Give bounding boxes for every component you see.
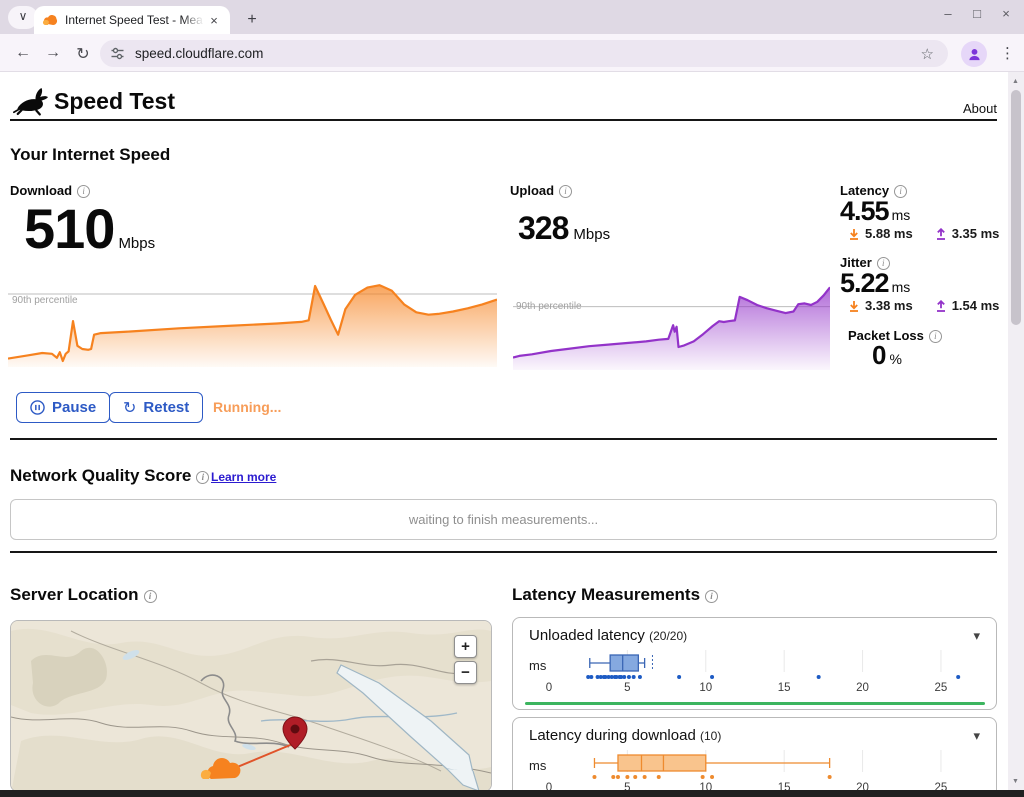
unloaded-latency-panel-title: Unloaded latency (20/20) bbox=[529, 627, 687, 644]
page-title: Speed Test bbox=[54, 88, 175, 115]
window-close-icon[interactable]: × bbox=[998, 6, 1014, 21]
minimize-icon[interactable]: – bbox=[940, 6, 956, 21]
jitter-minmax-row: 3.38 ms 1.54 ms bbox=[848, 298, 999, 313]
divider bbox=[10, 551, 997, 553]
svg-text:10: 10 bbox=[699, 682, 712, 694]
jitter-value: 5.22ms bbox=[840, 268, 910, 299]
unloaded-latency-panel[interactable]: Unloaded latency (20/20) ▾ ms 0510152025 bbox=[512, 617, 997, 710]
download-unit: Mbps bbox=[118, 235, 155, 252]
upload-arrow-icon bbox=[935, 300, 947, 312]
network-quality-title: Network Quality Scorei bbox=[10, 466, 209, 486]
browser-menu-icon[interactable]: ⋮ bbox=[1000, 44, 1015, 62]
retest-button[interactable]: ↻ Retest bbox=[109, 392, 203, 423]
download-arrow-icon bbox=[848, 300, 860, 312]
download-arrow-icon bbox=[848, 228, 860, 240]
upload-arrow-icon bbox=[935, 228, 947, 240]
server-location-title: Server Locationi bbox=[10, 585, 157, 605]
tab-close-icon[interactable]: × bbox=[206, 13, 222, 28]
map-canvas bbox=[11, 621, 491, 792]
latency-minmax-row: 5.88 ms 3.35 ms bbox=[848, 226, 999, 241]
progress-complete-bar bbox=[525, 702, 985, 705]
running-status: Running... bbox=[213, 399, 281, 415]
download-value: 510Mbps bbox=[24, 196, 155, 261]
pause-button[interactable]: Pause bbox=[16, 392, 110, 423]
download-latency-panel[interactable]: Latency during download (10) ▾ ms 051015… bbox=[512, 717, 997, 797]
scrollbar-up-icon[interactable]: ▲ bbox=[1012, 78, 1019, 85]
scrollbar-thumb[interactable] bbox=[1011, 90, 1021, 325]
maximize-icon[interactable]: □ bbox=[969, 6, 985, 21]
scrollbar-down-icon[interactable]: ▼ bbox=[1012, 778, 1019, 785]
server-location-info-icon[interactable]: i bbox=[144, 590, 157, 603]
upload-value: 328Mbps bbox=[518, 210, 610, 247]
learn-more-link[interactable]: Learn more bbox=[211, 470, 276, 484]
map-zoom-out-button[interactable]: − bbox=[454, 661, 477, 684]
forward-icon[interactable]: → bbox=[42, 44, 64, 62]
latency-value: 4.55ms bbox=[840, 196, 910, 227]
download-latency-panel-title: Latency during download (10) bbox=[529, 727, 721, 744]
divider bbox=[10, 119, 997, 121]
latency-measurements-title: Latency Measurementsi bbox=[512, 585, 718, 605]
download-percentile-label: 90th percentile bbox=[12, 295, 78, 306]
svg-text:20: 20 bbox=[856, 682, 869, 694]
upload-info-icon[interactable]: i bbox=[559, 185, 572, 198]
profile-avatar[interactable] bbox=[961, 41, 987, 67]
tab-search-icon: ∨ bbox=[19, 9, 28, 23]
upload-percentile-label: 90th percentile bbox=[516, 301, 582, 312]
packet-loss-info-icon[interactable]: i bbox=[929, 330, 942, 343]
packet-loss-value: 0% bbox=[872, 340, 902, 371]
browser-window: ∨ Internet Speed Test - Measu × + – □ × … bbox=[0, 0, 1024, 797]
server-location-map[interactable]: + − bbox=[10, 620, 492, 792]
page-content: Speed Test About Your Internet Speed Dow… bbox=[0, 72, 1008, 790]
chevron-down-icon[interactable]: ▾ bbox=[973, 628, 980, 644]
url-text[interactable]: speed.cloudflare.com bbox=[135, 46, 921, 61]
svg-text:15: 15 bbox=[778, 682, 791, 694]
cloudflare-favicon bbox=[42, 15, 58, 26]
browser-tab[interactable]: Internet Speed Test - Measu × bbox=[34, 6, 230, 34]
reload-icon[interactable]: ↻ bbox=[72, 44, 94, 64]
svg-text:0: 0 bbox=[546, 682, 552, 694]
upload-unit: Mbps bbox=[573, 226, 610, 243]
tune-icon[interactable] bbox=[110, 46, 125, 61]
bookmark-star-icon[interactable]: ☆ bbox=[921, 45, 934, 63]
unloaded-latency-boxplot: 0 5 10 15 20 25 bbox=[525, 648, 991, 694]
about-link[interactable]: About bbox=[963, 101, 997, 116]
new-tab-button[interactable]: + bbox=[240, 8, 264, 32]
upload-label: Upload bbox=[510, 183, 554, 198]
retest-icon: ↻ bbox=[123, 398, 136, 418]
quality-waiting-box: waiting to finish measurements... bbox=[10, 499, 997, 540]
section-your-internet-speed: Your Internet Speed bbox=[10, 145, 170, 165]
divider bbox=[10, 438, 997, 440]
back-icon[interactable]: ← bbox=[12, 44, 34, 62]
tab-strip: ∨ Internet Speed Test - Measu × + – □ × bbox=[0, 0, 1024, 34]
upload-chart bbox=[513, 285, 830, 370]
pause-icon bbox=[30, 400, 45, 415]
latency-measurements-info-icon[interactable]: i bbox=[705, 590, 718, 603]
address-bar[interactable]: speed.cloudflare.com ☆ bbox=[100, 40, 948, 67]
waiting-text: waiting to finish measurements... bbox=[409, 512, 598, 527]
download-chart bbox=[8, 283, 497, 367]
chevron-down-icon[interactable]: ▾ bbox=[973, 728, 980, 744]
speed-logo-rabbit-icon bbox=[13, 86, 51, 121]
svg-text:25: 25 bbox=[935, 682, 948, 694]
svg-text:5: 5 bbox=[624, 682, 630, 694]
download-latency-boxplot: 0510152025 bbox=[525, 748, 991, 794]
map-zoom-in-button[interactable]: + bbox=[454, 635, 477, 658]
taskbar-edge bbox=[0, 790, 1024, 797]
quality-info-icon[interactable]: i bbox=[196, 471, 209, 484]
